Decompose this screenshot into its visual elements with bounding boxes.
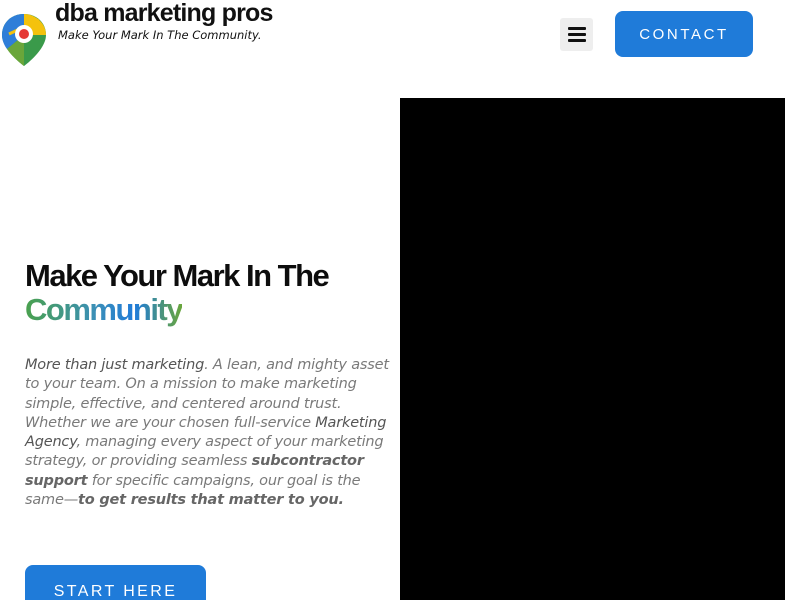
- hero-body-strong: More than just marketing: [25, 357, 205, 373]
- hero-title: Make Your Mark In The Community: [25, 259, 397, 327]
- start-here-button[interactable]: START HERE: [25, 565, 206, 600]
- contact-button[interactable]: CONTACT: [615, 11, 753, 57]
- hero-description: More than just marketing. A lean, and mi…: [25, 356, 397, 510]
- brand-tagline: Make Your Mark In The Community.: [58, 28, 262, 42]
- hero-body-closing: to get results that matter to you.: [78, 492, 344, 509]
- menu-bar-middle: [567, 33, 586, 36]
- menu-bar-bottom: [567, 39, 586, 42]
- page: dba marketing pros Make Your Mark In The…: [0, 0, 800, 600]
- hero-body-dash: —: [63, 492, 79, 509]
- map-pin-icon[interactable]: [1, 12, 47, 68]
- hamburger-menu-icon[interactable]: [560, 18, 593, 51]
- menu-bar-top: [567, 27, 586, 30]
- hero-title-line2: Community: [25, 292, 184, 327]
- hero-title-line1: Make Your Mark In The: [25, 258, 330, 293]
- video-player[interactable]: [400, 98, 785, 600]
- brand-name[interactable]: dba marketing pros: [55, 0, 273, 28]
